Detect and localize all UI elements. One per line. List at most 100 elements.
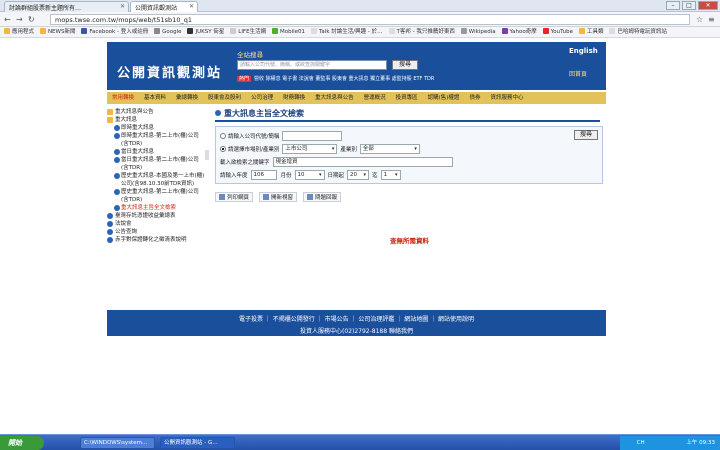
bookmark[interactable]: Mobile01 (272, 27, 305, 37)
menu-item[interactable]: 股東會及股利 (203, 92, 246, 104)
menu-item[interactable]: 彙總轉換 (171, 92, 203, 104)
menu-item[interactable]: 公司治理 (246, 92, 278, 104)
bookmarks-bar: 應用程式 NEWS新聞 Facebook - 登入或註冊 Google JUKS… (0, 27, 720, 38)
yahoo-icon (501, 28, 508, 34)
market-radio[interactable] (220, 145, 226, 152)
sidebar-item[interactable]: 歷史重大訊息-本國及第一上市(櫃)公司(含98.10.30前TDR資訊) (107, 172, 205, 188)
site-search-button[interactable]: 搜尋 (392, 60, 418, 70)
market-row: 請選擇市場別/產業別 上市公司 產業別 全部 (220, 142, 598, 155)
sidebar-item[interactable]: 重大訊息與公告 (107, 108, 205, 116)
taskbar-item-active[interactable]: 公開資訊觀測站 - G… (160, 437, 235, 449)
taskbar-item[interactable]: C:\WINDOWS\system… (80, 437, 155, 449)
print-button[interactable]: 列印網頁 (215, 192, 254, 202)
hot-links[interactable]: 熱門 營收 除權息 電子書 法說會 董監事 股東會 重大訊息 獨立董事 處監持股 … (237, 75, 434, 82)
taskbar: 開始 C:\WINDOWS\system… 公開資訊觀測站 - G… CH 上午… (0, 434, 720, 450)
forward-icon[interactable]: → (16, 15, 23, 24)
company-input[interactable] (282, 130, 343, 141)
query-button[interactable]: 搜尋 (574, 130, 598, 140)
keyword-input[interactable]: 現金增資 (272, 156, 453, 167)
menu-item[interactable]: 債券 (464, 92, 485, 104)
window-controls: – □ ✕ (666, 1, 718, 10)
sidebar-item[interactable]: 重大訊息 (107, 116, 205, 124)
month-select[interactable]: 10 (294, 169, 325, 180)
document-icon (388, 28, 395, 34)
close-window-icon[interactable]: ✕ (698, 1, 718, 10)
bookmark[interactable]: T客邦 - 我只推薦好東西 (388, 27, 455, 37)
report-button[interactable]: 問題回報 (303, 192, 342, 202)
bookmark[interactable]: Yahoo奇摩 (501, 27, 537, 37)
browser-tab-active[interactable]: 公開資訊觀測站 ✕ (130, 1, 198, 12)
close-icon[interactable]: ✕ (189, 3, 194, 10)
language-indicator[interactable]: CH (637, 440, 645, 446)
url-input[interactable]: mops.twse.com.tw/mops/web/t51sb10_q1 (50, 14, 690, 25)
bookmark[interactable]: 巴哈姆特電玩資訊站 (609, 27, 667, 37)
menu-icon[interactable]: ≡ (708, 15, 715, 24)
menu-item[interactable]: 財務轉換 (278, 92, 310, 104)
market-select[interactable]: 上市公司 (282, 143, 338, 154)
bookmark[interactable]: Google (154, 27, 182, 37)
main-menu: 常用轉換 基本資料 彙總轉換 股東會及股利 公司治理 財務轉換 重大訊息與公告 營運概況 投資專… (107, 92, 606, 104)
tab-label: 討論群組股票新主題所有… (9, 5, 82, 12)
english-link[interactable]: English (569, 47, 598, 55)
address-bar: ← → ↻ mops.twse.com.tw/mops/web/t51sb10_… (0, 12, 720, 27)
minimize-icon[interactable]: – (666, 1, 680, 10)
bookmark[interactable]: Wikipedia (460, 27, 496, 37)
new-window-button[interactable]: 開新視窗 (259, 192, 298, 202)
back-home-link[interactable]: 回首頁 (569, 69, 587, 78)
site-logo[interactable]: 公開資訊觀測站 (117, 62, 222, 81)
sidebar-item[interactable]: 歷史重大訊息-第二上市(櫃)公司(含TDR) (107, 188, 205, 204)
sidebar-item[interactable]: 法說會 (107, 220, 205, 228)
report-icon (307, 194, 314, 200)
bookmark[interactable]: YouTube (542, 27, 573, 37)
clock[interactable]: 上午 09:33 (686, 440, 715, 446)
company-row: 請輸入公司代號/簡稱 (220, 129, 598, 142)
sidebar-item[interactable]: 當日重大訊息-第二上市(櫃)公司(含TDR) (107, 156, 205, 172)
sidebar-item[interactable]: 臺灣存託憑證收益彙總表 (107, 212, 205, 220)
day-to-select[interactable]: 1 (380, 169, 401, 180)
bookmark[interactable]: NEWS新聞 (39, 27, 75, 37)
close-icon[interactable]: ✕ (120, 3, 125, 10)
date-row: 請輸入年度 106 月份 10 日期起 20 迄 1 (220, 168, 598, 181)
folder-icon (107, 117, 113, 123)
sidebar-item[interactable]: 當日重大訊息 (107, 148, 205, 156)
back-icon[interactable]: ← (4, 15, 11, 24)
bookmark[interactable]: Talk 討論生活/興趣 - 於… (310, 27, 383, 37)
menu-item[interactable]: 投資專區 (391, 92, 423, 104)
year-input[interactable]: 106 (250, 169, 277, 180)
menu-item[interactable]: 常用轉換 (107, 92, 139, 104)
menu-item[interactable]: 重大訊息與公告 (310, 92, 359, 104)
footer-contact[interactable]: 投資人服務中心(02)2792-8188 聯絡我們 (107, 326, 606, 335)
menu-item[interactable]: 基本資料 (139, 92, 171, 104)
tool-buttons: 列印網頁 開新視窗 問題回報 (215, 192, 605, 202)
company-radio[interactable] (220, 132, 226, 139)
bullet-icon (107, 229, 113, 235)
industry-select[interactable]: 全部 (359, 143, 420, 154)
sidebar-item[interactable]: 即時重大訊息-第二上市(櫃)公司(含TDR) (107, 132, 205, 148)
folder-icon (578, 28, 585, 34)
maximize-icon[interactable]: □ (682, 1, 696, 10)
folder-icon (39, 28, 46, 34)
browser-tab[interactable]: 討論群組股票新主題所有… ✕ (4, 1, 129, 12)
sidebar-item-active[interactable]: 重大訊息主旨全文檢索 (107, 204, 205, 212)
bookmark[interactable]: JUKSY 街星 (187, 27, 224, 37)
menu-item[interactable]: 認購(售)權證 (423, 92, 465, 104)
day-from-select[interactable]: 20 (347, 169, 370, 180)
sidebar-item[interactable]: 赤字對保證轉化之徵清表說明 (107, 236, 205, 244)
sidebar-item[interactable]: 即時重大訊息 (107, 124, 205, 132)
page-title: 重大訊息主旨全文檢索 (215, 108, 600, 122)
footer-links[interactable]: 電子投票 ｜ 不揭櫃公開發行 ｜ 市場公告 ｜ 公司治理評鑑 ｜ 網站地圖 ｜ … (107, 314, 606, 323)
menu-item[interactable]: 資訊服務中心 (485, 92, 528, 104)
bookmark[interactable]: 工具類 (578, 27, 603, 37)
site-footer: 電子投票 ｜ 不揭櫃公開發行 ｜ 市場公告 ｜ 公司治理評鑑 ｜ 網站地圖 ｜ … (107, 310, 606, 336)
start-button[interactable]: 開始 (0, 436, 44, 450)
site-search-input[interactable]: 請輸入公司代號、簡稱、或欲查詢關鍵字 (237, 60, 387, 70)
bookmark[interactable]: LIFE生活網 (230, 27, 266, 37)
bookmark[interactable]: 應用程式 (4, 27, 34, 37)
bookmark[interactable]: Facebook - 登入或註冊 (81, 27, 148, 37)
menu-item[interactable]: 營運概況 (359, 92, 391, 104)
sidebar-collapse-handle[interactable] (205, 150, 209, 160)
reload-icon[interactable]: ↻ (28, 15, 35, 24)
sidebar-item[interactable]: 公告查詢 (107, 228, 205, 236)
star-icon[interactable]: ☆ (696, 15, 703, 24)
printer-icon (219, 194, 225, 200)
